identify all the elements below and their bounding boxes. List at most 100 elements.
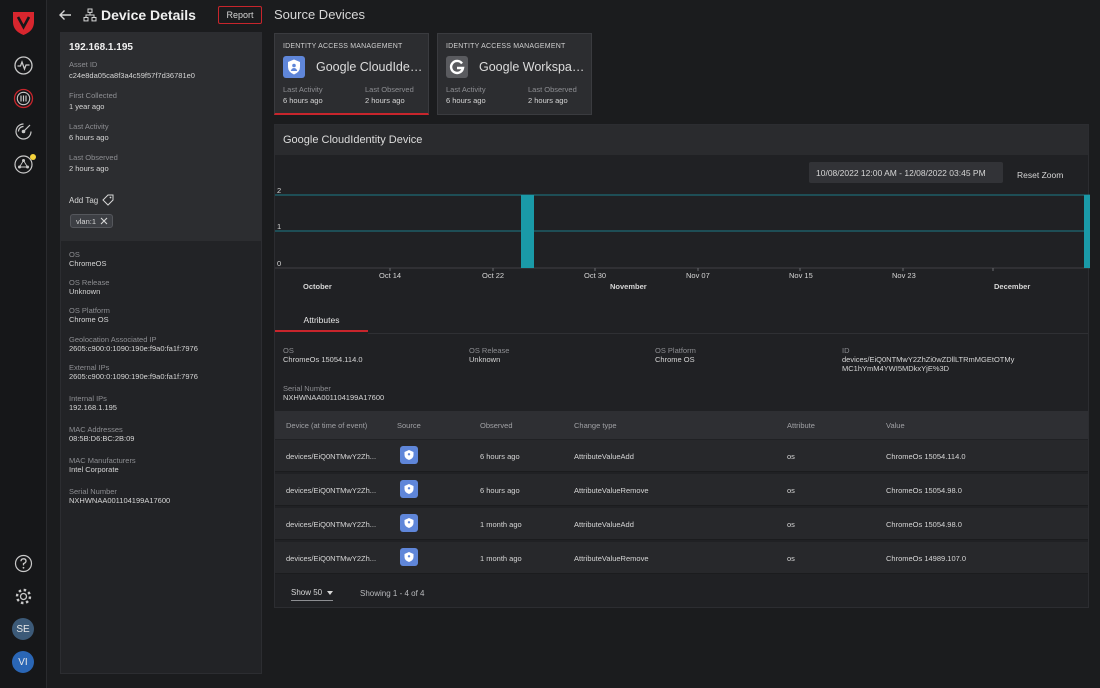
section-title: Source Devices	[274, 7, 366, 22]
x-tick-label: Nov 23	[892, 271, 916, 280]
source-kind: IDENTITY ACCESS MANAGEMENT	[446, 43, 566, 50]
activity-icon[interactable]	[13, 55, 34, 76]
attr-id-label: ID	[842, 346, 850, 355]
notification-dot	[30, 154, 36, 160]
shield-icon	[400, 548, 418, 566]
last-observed-value: 2 hours ago	[69, 164, 109, 173]
cell-observed: 1 month ago	[480, 520, 522, 529]
assets-icon[interactable]	[13, 88, 34, 109]
last-activity-label: Last Activity	[446, 85, 486, 94]
x-tick-label: Nov 07	[686, 271, 710, 280]
last-activity-label: Last Activity	[69, 122, 109, 131]
panel-header: Google CloudIdentity Device	[275, 125, 1088, 155]
source-device-panel: Google CloudIdentity Device 10/08/2022 1…	[274, 124, 1090, 608]
mac-manufacturers-value: Intel Corporate	[69, 465, 119, 474]
back-arrow-icon[interactable]	[58, 8, 72, 22]
cell-attribute: os	[787, 452, 795, 461]
table-row[interactable]: devices/EiQ0NTMwY2Zh... 6 hours ago Attr…	[275, 440, 1088, 472]
col-attribute[interactable]: Attribute	[787, 421, 815, 430]
table-row[interactable]: devices/EiQ0NTMwY2Zh... 6 hours ago Attr…	[275, 474, 1088, 506]
tab-attributes[interactable]: Attributes	[275, 312, 368, 332]
table-row[interactable]: devices/EiQ0NTMwY2Zh... 1 month ago Attr…	[275, 542, 1088, 574]
last-observed-label: Last Observed	[528, 85, 577, 94]
os-platform-label: OS Platform	[69, 306, 110, 315]
col-change-type[interactable]: Change type	[574, 421, 617, 430]
cell-attribute: os	[787, 554, 795, 563]
os-release-label: OS Release	[69, 278, 110, 287]
page-size-label: Show 50	[291, 588, 323, 597]
attr-os-platform-label: OS Platform	[655, 346, 696, 355]
avatar-vi[interactable]: VI	[12, 651, 34, 673]
activity-chart[interactable]: 2 1 0 Oct 14 Oct 22 Oct 30 Nov 07 Nov 15…	[275, 187, 1090, 297]
radar-icon[interactable]	[13, 121, 34, 142]
hierarchy-icon	[83, 8, 97, 22]
external-ips-label: External IPs	[69, 363, 110, 372]
cell-observed: 1 month ago	[480, 554, 522, 563]
report-button[interactable]: Report	[218, 6, 262, 24]
avatar-se[interactable]: SE	[12, 618, 34, 640]
add-tag-button[interactable]: Add Tag	[69, 194, 114, 206]
help-icon[interactable]	[13, 553, 34, 574]
cell-attribute: os	[787, 520, 795, 529]
brand-logo-icon[interactable]	[11, 10, 36, 36]
source-kind: IDENTITY ACCESS MANAGEMENT	[283, 43, 403, 50]
mac-manufacturers-label: MAC Manufacturers	[69, 456, 136, 465]
cell-observed: 6 hours ago	[480, 486, 520, 495]
cell-value: ChromeOs 14989.107.0	[886, 554, 967, 563]
x-tick-label: Oct 30	[584, 271, 606, 280]
month-label: October	[303, 282, 332, 291]
geo-ip-value: 2605:c900:0:1090:190e:f9a0:fa1f:7976	[69, 344, 198, 353]
col-device[interactable]: Device (at time of event)	[286, 421, 367, 430]
add-tag-label: Add Tag	[69, 195, 99, 205]
mac-addresses-value: 08:5B:D6:BC:2B:09	[69, 434, 135, 443]
last-observed-value: 2 hours ago	[528, 96, 568, 105]
cell-device: devices/EiQ0NTMwY2Zh...	[286, 452, 377, 461]
source-name: Google CloudIdentity Device	[316, 60, 424, 74]
cell-change-type: AttributeValueRemove	[574, 554, 649, 563]
source-card-workspace[interactable]: IDENTITY ACCESS MANAGEMENT Google Worksp…	[437, 33, 592, 115]
shield-icon	[400, 514, 418, 532]
tag-label: vlan:1	[76, 216, 97, 226]
os-label: OS	[69, 250, 80, 259]
page-size-select[interactable]: Show 50	[291, 588, 334, 601]
last-activity-value: 6 hours ago	[69, 133, 109, 142]
date-range-picker[interactable]: 10/08/2022 12:00 AM - 12/08/2022 03:45 P…	[809, 162, 1003, 183]
cell-value: ChromeOs 15054.98.0	[886, 486, 962, 495]
os-release-value: Unknown	[69, 287, 101, 296]
y-tick-label: 2	[277, 187, 281, 195]
external-ips-value: 2605:c900:0:1090:190e:f9a0:fa1f:7976	[69, 372, 198, 381]
settings-icon[interactable]	[13, 586, 34, 607]
source-name: Google Workspace Device	[479, 60, 587, 74]
internal-ips-value: 192.168.1.195	[69, 403, 117, 412]
x-tick-label: Oct 22	[482, 271, 504, 280]
device-summary: 192.168.1.195 Asset ID c24e8da05ca8f3a4c…	[61, 33, 261, 241]
col-source[interactable]: Source	[397, 421, 421, 430]
first-collected-label: First Collected	[69, 91, 117, 100]
last-observed-label: Last Observed	[365, 85, 414, 94]
chart-bar[interactable]	[1084, 195, 1090, 268]
last-observed-label: Last Observed	[69, 153, 118, 162]
col-observed[interactable]: Observed	[480, 421, 513, 430]
cell-observed: 6 hours ago	[480, 452, 520, 461]
attr-serial-value: NXHWNAA001104199A17600	[283, 393, 385, 402]
tag-chip: vlan:1	[70, 214, 114, 228]
serial-number-label: Serial Number	[69, 487, 117, 496]
last-observed-value: 2 hours ago	[365, 96, 405, 105]
remove-tag-icon[interactable]	[100, 217, 108, 225]
chart-bar[interactable]	[521, 195, 534, 268]
col-value[interactable]: Value	[886, 421, 905, 430]
attr-os-platform-value: Chrome OS	[655, 355, 695, 364]
shield-icon	[400, 480, 418, 498]
internal-ips-label: Internal IPs	[69, 394, 107, 403]
reset-zoom-button[interactable]: Reset Zoom	[1017, 170, 1063, 180]
table-header: Device (at time of event) Source Observe…	[275, 411, 1088, 439]
os-value: ChromeOS	[69, 259, 107, 268]
table-row[interactable]: devices/EiQ0NTMwY2Zh... 1 month ago Attr…	[275, 508, 1088, 540]
source-card-cloudidentity[interactable]: IDENTITY ACCESS MANAGEMENT Google CloudI…	[274, 33, 429, 115]
attr-os-value: ChromeOs 15054.114.0	[283, 355, 363, 364]
cell-value: ChromeOs 15054.114.0	[886, 452, 966, 461]
cell-change-type: AttributeValueAdd	[574, 452, 634, 461]
attr-os-label: OS	[283, 346, 294, 355]
mac-addresses-label: MAC Addresses	[69, 425, 123, 434]
asset-id-value: c24e8da05ca8f3a4c59f57f7d36781e0	[69, 71, 195, 80]
